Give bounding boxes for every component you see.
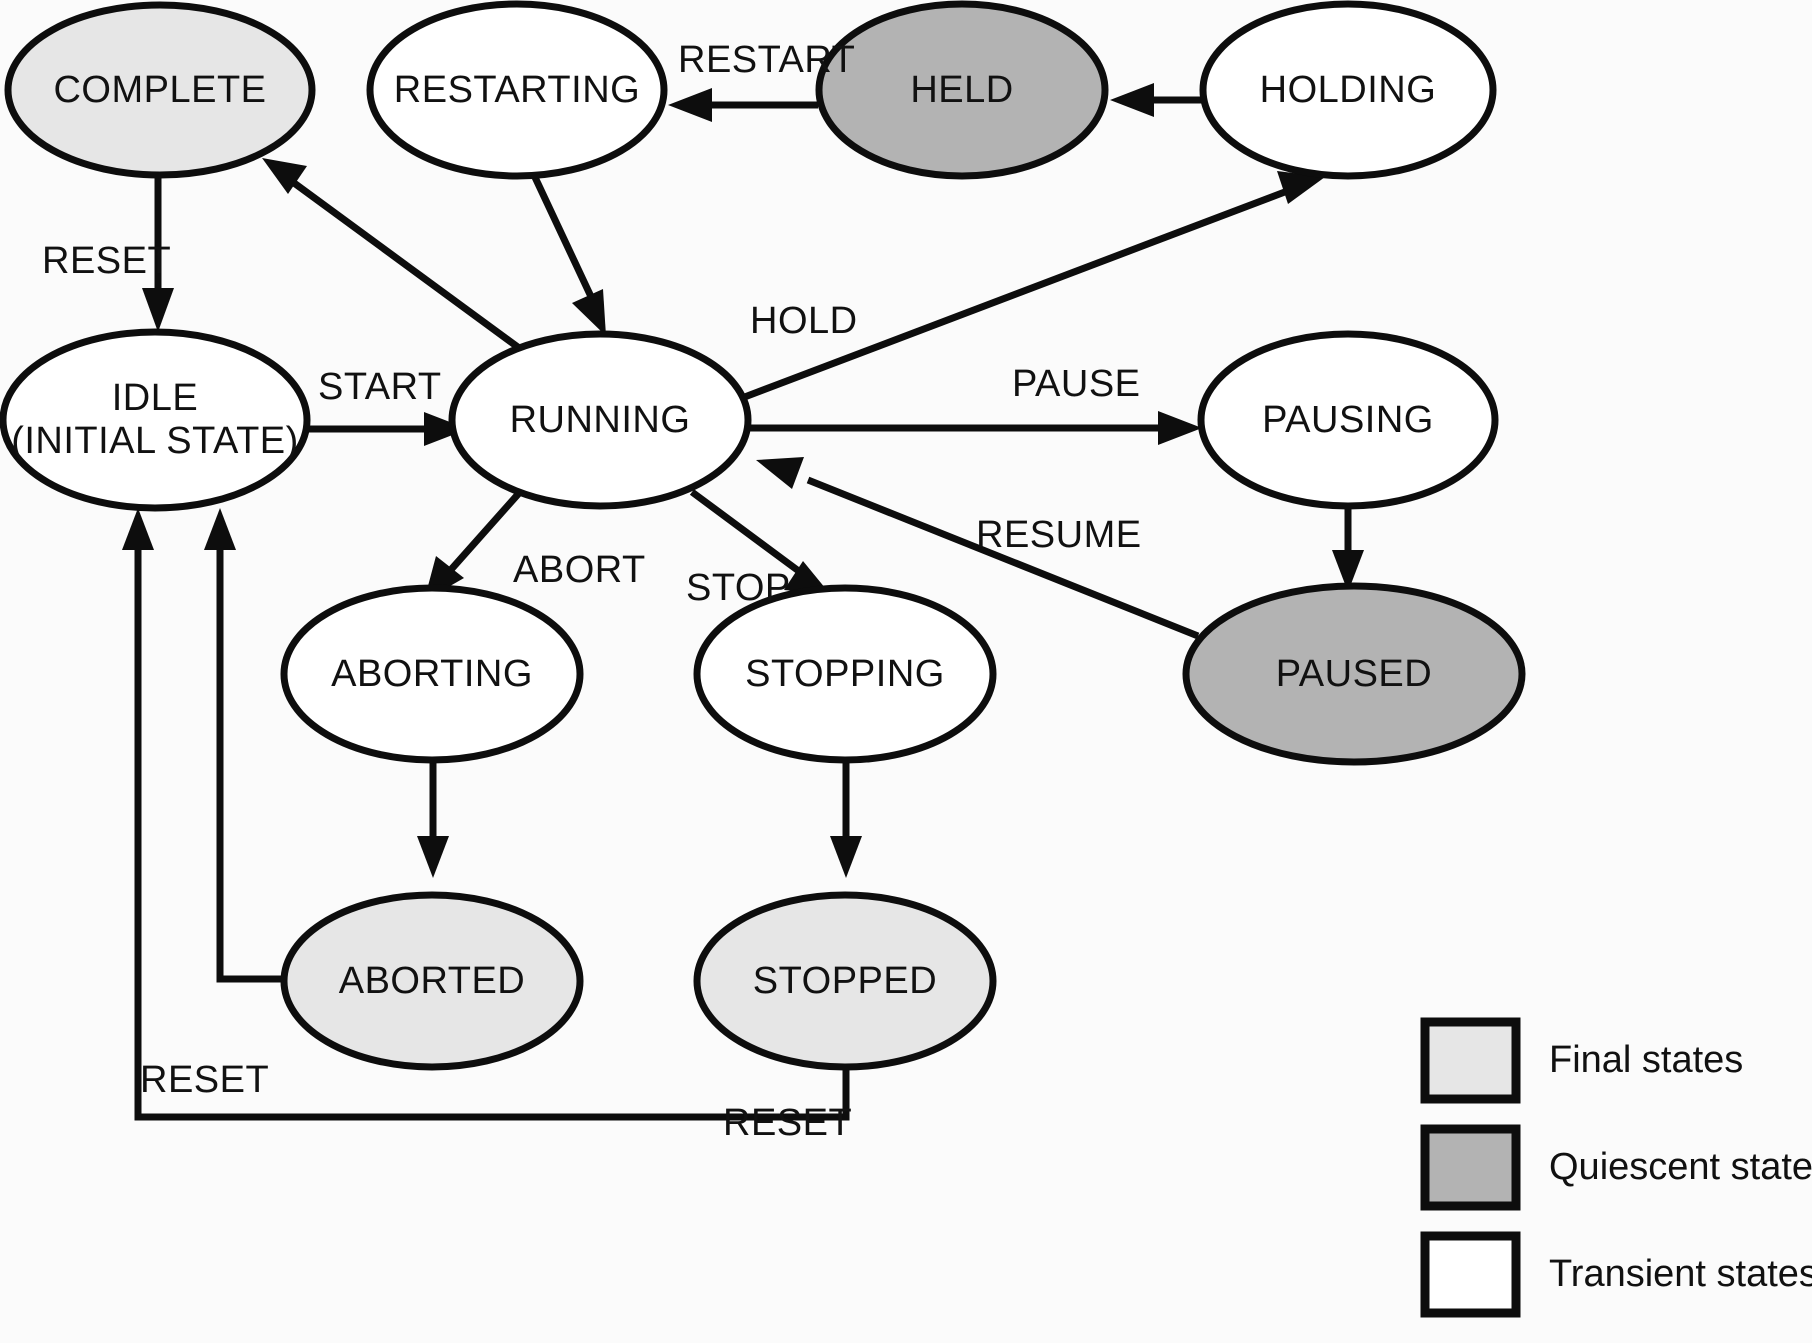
edge-path	[216, 540, 284, 983]
arrow-head-icon	[572, 289, 606, 336]
transition-restarting-to-running[interactable]	[529, 171, 606, 336]
state-label: COMPLETE	[53, 69, 266, 111]
state-label: IDLE	[112, 377, 198, 419]
edge-path	[529, 171, 598, 305]
state-node-pausing[interactable]: PAUSING	[1197, 330, 1499, 510]
state-node-idle[interactable]: IDLE (INITIAL STATE)	[0, 328, 311, 512]
legend-label-transient: Transient states	[1549, 1253, 1812, 1295]
legend-swatch-transient	[1420, 1231, 1521, 1318]
state-node-holding[interactable]: HOLDING	[1199, 0, 1497, 180]
legend: Final states Quiescent states Transient …	[1420, 1017, 1812, 1318]
legend-item-quiescent: Quiescent states	[1420, 1124, 1812, 1211]
transition-restart-held-to-restarting[interactable]	[668, 88, 818, 122]
state-label: STOPPED	[753, 960, 937, 1002]
state-label: PAUSING	[1262, 399, 1434, 441]
state-label: HOLDING	[1260, 69, 1437, 111]
state-label: ABORTED	[339, 960, 526, 1002]
transition-aborting-to-aborted[interactable]	[417, 761, 449, 878]
transition-running-to-complete[interactable]	[262, 158, 533, 359]
state-node-stopped[interactable]: STOPPED	[693, 891, 997, 1071]
edge-label-reset-complete: RESET	[42, 240, 171, 282]
edge-label-hold: HOLD	[750, 300, 858, 342]
legend-label-final: Final states	[1549, 1039, 1743, 1081]
state-node-held[interactable]: HELD	[815, 0, 1109, 180]
legend-item-final: Final states	[1420, 1017, 1743, 1104]
edge-label-start: START	[318, 366, 442, 408]
arrow-head-icon	[142, 288, 174, 332]
transition-start-idle-to-running[interactable]	[308, 412, 468, 446]
state-machine-svg: COMPLETE RESTARTING HELD HOLDING IDLE (I…	[0, 0, 1812, 1318]
state-node-paused[interactable]: PAUSED	[1182, 582, 1526, 766]
edge-label-pause: PAUSE	[1012, 363, 1141, 405]
arrow-head-icon	[1110, 83, 1154, 117]
state-label: RUNNING	[510, 399, 691, 441]
transition-reset-aborted-to-idle[interactable]	[204, 508, 284, 983]
edge-label-restart: RESTART	[678, 39, 855, 81]
edge-path	[445, 489, 523, 576]
transition-pausing-to-paused[interactable]	[1332, 507, 1364, 592]
arrow-head-icon	[204, 508, 236, 550]
state-label: ABORTING	[331, 653, 533, 695]
arrow-head-icon	[417, 836, 449, 878]
legend-swatch-final	[1420, 1017, 1521, 1104]
state-label: PAUSED	[1276, 653, 1432, 695]
state-node-restarting[interactable]: RESTARTING	[366, 0, 668, 180]
state-node-running[interactable]: RUNNING	[448, 330, 752, 510]
state-node-stopping[interactable]: STOPPING	[693, 584, 997, 764]
legend-label-quiescent: Quiescent states	[1549, 1146, 1812, 1188]
edge-label-resume: RESUME	[976, 514, 1142, 556]
edge-label-reset-aborted: RESET	[140, 1059, 269, 1101]
legend-item-transient: Transient states	[1420, 1231, 1812, 1318]
state-sublabel: (INITIAL STATE)	[11, 420, 299, 462]
state-node-aborting[interactable]: ABORTING	[280, 584, 584, 764]
transition-stopping-to-stopped[interactable]	[830, 761, 862, 878]
edge-label-stop: STOP	[686, 567, 791, 609]
state-label: STOPPING	[745, 653, 945, 695]
transition-holding-to-held[interactable]	[1110, 83, 1203, 117]
state-node-aborted[interactable]: ABORTED	[280, 891, 584, 1071]
edge-path	[689, 489, 803, 575]
arrow-head-icon	[668, 88, 712, 122]
state-label: RESTARTING	[394, 69, 640, 111]
state-label: HELD	[910, 69, 1013, 111]
legend-swatch-quiescent	[1420, 1124, 1521, 1211]
edge-label-reset-stopped: RESET	[723, 1102, 852, 1144]
arrow-head-icon	[122, 508, 154, 550]
arrow-head-icon	[1158, 411, 1202, 445]
arrow-head-icon	[756, 457, 804, 489]
nodes-layer: COMPLETE RESTARTING HELD HOLDING IDLE (I…	[0, 0, 1526, 1071]
edge-path	[287, 177, 533, 359]
arrow-head-icon	[830, 836, 862, 878]
state-node-complete[interactable]: COMPLETE	[4, 1, 316, 179]
state-diagram-canvas: COMPLETE RESTARTING HELD HOLDING IDLE (I…	[0, 0, 1812, 1343]
transition-pause-running-to-pausing[interactable]	[748, 411, 1202, 445]
edge-label-abort: ABORT	[513, 549, 646, 591]
